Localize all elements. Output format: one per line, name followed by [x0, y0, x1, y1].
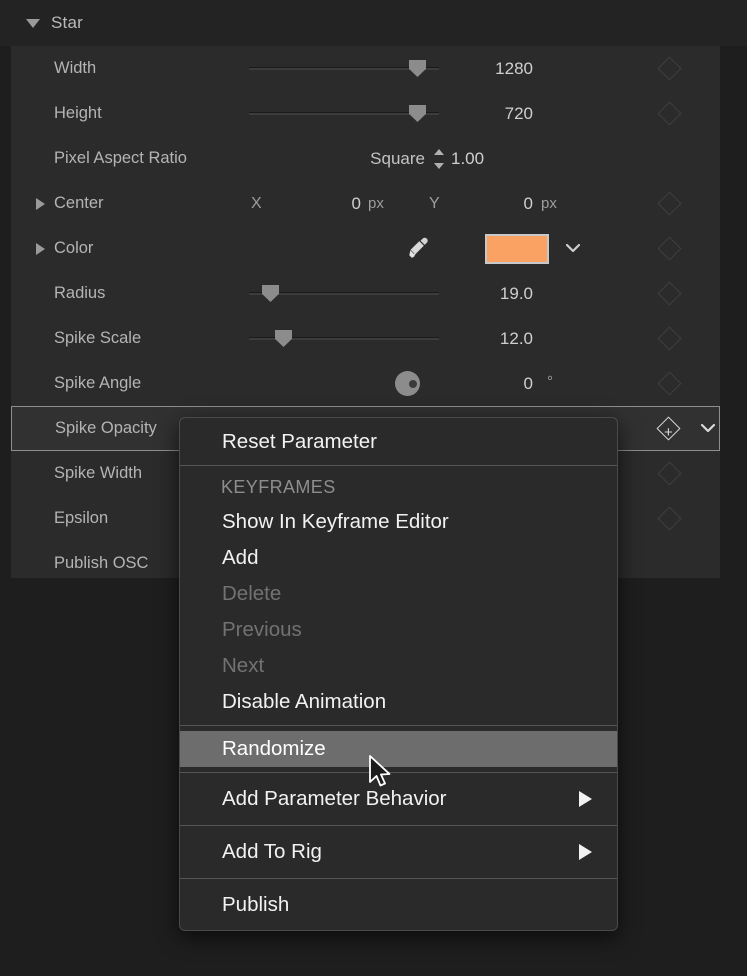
menu-item-label: Publish [222, 893, 289, 917]
menu-item-add[interactable]: Add [180, 540, 617, 576]
menu-item-label: Previous [222, 618, 302, 642]
triangle-right-icon[interactable] [36, 243, 45, 255]
parameter-label-center: Center [54, 194, 104, 213]
group-header-star[interactable]: Star [0, 0, 747, 46]
menu-item-label: Add Parameter Behavior [222, 787, 446, 811]
axis-label-x: X [251, 195, 262, 213]
parameter-row-radius[interactable]: Radius 19.0 [11, 271, 720, 316]
stepper-pixel-aspect-ratio[interactable] [434, 149, 445, 169]
menu-item-label: Reset Parameter [222, 430, 377, 454]
menu-separator [180, 725, 617, 726]
chevron-up-icon[interactable] [434, 149, 444, 155]
value-center-x[interactable]: 0 [281, 194, 361, 214]
menu-item-publish[interactable]: Publish [180, 884, 617, 926]
color-swatch[interactable] [485, 234, 549, 264]
menu-section-label: KEYFRAMES [221, 477, 336, 498]
slider-spike-scale[interactable] [249, 328, 439, 348]
slider-height[interactable] [249, 103, 439, 123]
unit-center-y: px [541, 195, 557, 212]
value-center-y[interactable]: 0 [451, 194, 533, 214]
chevron-down-icon[interactable] [434, 163, 444, 169]
group-title: Star [51, 13, 83, 33]
value-radius[interactable]: 19.0 [451, 284, 533, 304]
parameter-row-color[interactable]: Color [11, 226, 720, 271]
menu-separator [180, 465, 617, 466]
menu-item-randomize[interactable]: Randomize [180, 731, 617, 767]
parameter-label-spike-opacity: Spike Opacity [55, 419, 157, 438]
value-height[interactable]: 720 [451, 104, 533, 124]
parameter-row-height[interactable]: Height 720 [11, 91, 720, 136]
menu-section-keyframes: KEYFRAMES [180, 471, 617, 504]
slider-width[interactable] [249, 58, 439, 78]
parameter-row-center[interactable]: Center X 0 px Y 0 px [11, 181, 720, 226]
menu-item-label: Show In Keyframe Editor [222, 510, 449, 534]
triangle-right-icon[interactable] [36, 198, 45, 210]
diamond-icon[interactable] [657, 506, 681, 530]
diamond-icon[interactable] [657, 461, 681, 485]
slider-knob[interactable] [409, 105, 426, 122]
parameter-label-pixel-aspect-ratio: Pixel Aspect Ratio [54, 149, 187, 168]
menu-item-label: Randomize [222, 737, 326, 761]
parameter-label-radius: Radius [54, 284, 105, 303]
menu-separator [180, 825, 617, 826]
parameter-row-width[interactable]: Width 1280 [11, 46, 720, 91]
chevron-down-icon[interactable] [565, 241, 581, 257]
menu-item-add-to-rig[interactable]: Add To Rig [180, 831, 617, 873]
parameter-label-width: Width [54, 59, 96, 78]
menu-item-label: Add To Rig [222, 840, 322, 864]
menu-item-delete: Delete [180, 576, 617, 612]
menu-item-label: Disable Animation [222, 690, 386, 714]
value-width[interactable]: 1280 [451, 59, 533, 79]
diamond-icon[interactable] [657, 371, 681, 395]
parameter-row-pixel-aspect-ratio[interactable]: Pixel Aspect Ratio Square 1.00 [11, 136, 720, 181]
diamond-icon[interactable] [657, 326, 681, 350]
menu-item-label: Next [222, 654, 264, 678]
menu-item-previous: Previous [180, 612, 617, 648]
slider-knob[interactable] [409, 60, 426, 77]
menu-item-disable-animation[interactable]: Disable Animation [180, 684, 617, 720]
parameter-label-spike-scale: Spike Scale [54, 329, 141, 348]
menu-item-add-parameter-behavior[interactable]: Add Parameter Behavior [180, 778, 617, 820]
menu-item-next: Next [180, 648, 617, 684]
menu-separator [180, 878, 617, 879]
menu-item-show-in-keyframe-editor[interactable]: Show In Keyframe Editor [180, 504, 617, 540]
dial-indicator [409, 380, 417, 388]
diamond-icon[interactable] [657, 236, 681, 260]
diamond-plus-glyph: + [664, 426, 673, 439]
parameter-label-epsilon: Epsilon [54, 509, 108, 528]
diamond-icon[interactable] [657, 191, 681, 215]
parameter-label-spike-angle: Spike Angle [54, 374, 141, 393]
value-pixel-aspect-ratio[interactable]: 1.00 [451, 149, 533, 169]
unit-center-x: px [368, 195, 384, 212]
eyedropper-icon[interactable] [407, 236, 429, 258]
axis-label-y: Y [429, 195, 440, 213]
triangle-down-icon[interactable] [26, 19, 40, 28]
chevron-down-icon[interactable] [700, 421, 716, 437]
slider-knob[interactable] [262, 285, 279, 302]
parameter-label-spike-width: Spike Width [54, 464, 142, 483]
parameter-label-publish-osc: Publish OSC [54, 554, 148, 573]
parameter-context-menu: Reset Parameter KEYFRAMES Show In Keyfra… [179, 417, 618, 931]
value-spike-angle[interactable]: 0 [451, 374, 533, 394]
menu-item-reset-parameter[interactable]: Reset Parameter [180, 424, 617, 460]
menu-item-label: Add [222, 546, 258, 570]
parameter-row-spike-angle[interactable]: Spike Angle 0 ° [11, 361, 720, 406]
diamond-icon[interactable] [657, 101, 681, 125]
parameter-label-color: Color [54, 239, 93, 258]
submenu-arrow-icon [579, 791, 592, 807]
parameter-row-spike-scale[interactable]: Spike Scale 12.0 [11, 316, 720, 361]
parameter-label-height: Height [54, 104, 102, 123]
menu-item-label: Delete [222, 582, 281, 606]
unit-spike-angle: ° [547, 373, 553, 390]
slider-radius[interactable] [249, 283, 439, 303]
menu-separator [180, 772, 617, 773]
submenu-arrow-icon [579, 844, 592, 860]
diamond-icon[interactable] [657, 281, 681, 305]
diamond-icon[interactable] [657, 56, 681, 80]
popup-value-pixel-aspect-ratio[interactable]: Square [317, 149, 425, 169]
dial-spike-angle[interactable] [395, 371, 420, 396]
slider-knob[interactable] [275, 330, 292, 347]
value-spike-scale[interactable]: 12.0 [451, 329, 533, 349]
